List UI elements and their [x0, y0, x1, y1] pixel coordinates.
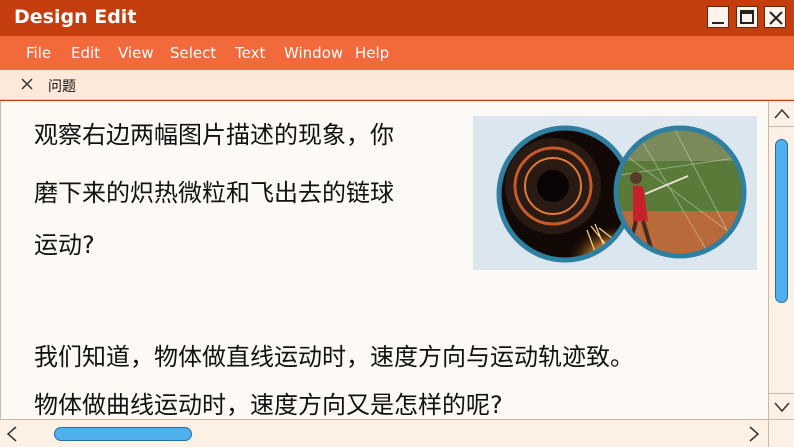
scrollbar-corner [768, 419, 794, 447]
menu-view[interactable]: View [118, 44, 154, 62]
horizontal-scroll-thumb[interactable] [54, 427, 192, 441]
tab-label[interactable]: 问题 [48, 76, 76, 96]
maximize-icon [740, 10, 754, 24]
photo-panel [473, 116, 757, 270]
circular-photos [496, 125, 747, 263]
menu-text[interactable]: Text [235, 44, 265, 62]
scroll-up-button[interactable] [769, 101, 794, 127]
maximize-button[interactable] [736, 6, 758, 28]
menu-window[interactable]: Window [284, 44, 343, 62]
window-title: Design Edit [14, 6, 137, 28]
title-bar: Design Edit [0, 0, 794, 36]
tab-close-icon[interactable] [20, 77, 34, 91]
document-content: 观察右边两幅图片描述的现象，你 磨下来的炽热微粒和飞出去的链球 运动? 我们知道… [0, 101, 768, 419]
tab-bar: 问题 [0, 70, 794, 100]
menu-bar: File Edit View Select Text Window Help [0, 36, 794, 70]
scroll-right-button[interactable] [742, 420, 768, 447]
scroll-left-button[interactable] [0, 420, 26, 447]
text-line-3: 运动? [34, 231, 95, 259]
minimize-button[interactable] [707, 6, 729, 28]
menu-select[interactable]: Select [170, 44, 216, 62]
chevron-left-icon [6, 426, 17, 442]
close-window-button[interactable] [764, 6, 786, 28]
chevron-up-icon [774, 108, 790, 119]
minimize-icon [712, 22, 724, 24]
text-line-2: 磨下来的炽热微粒和飞出去的链球 [34, 179, 394, 207]
vertical-scrollbar[interactable] [768, 101, 794, 419]
menu-edit[interactable]: Edit [71, 44, 100, 62]
menu-help[interactable]: Help [355, 44, 389, 62]
close-icon [769, 11, 783, 25]
text-line-4: 我们知道，物体做直线运动时，速度方向与运动轨迹致。 [34, 343, 634, 371]
chevron-right-icon [749, 426, 760, 442]
text-line-1: 观察右边两幅图片描述的现象，你 [34, 121, 394, 149]
text-line-5: 物体做曲线运动时，速度方向又是怎样的呢? [34, 391, 503, 419]
horizontal-scrollbar[interactable] [0, 419, 768, 447]
chevron-down-icon [774, 402, 790, 413]
scroll-down-button[interactable] [769, 393, 794, 419]
vertical-scroll-thumb[interactable] [775, 139, 788, 303]
menu-file[interactable]: File [26, 44, 51, 62]
